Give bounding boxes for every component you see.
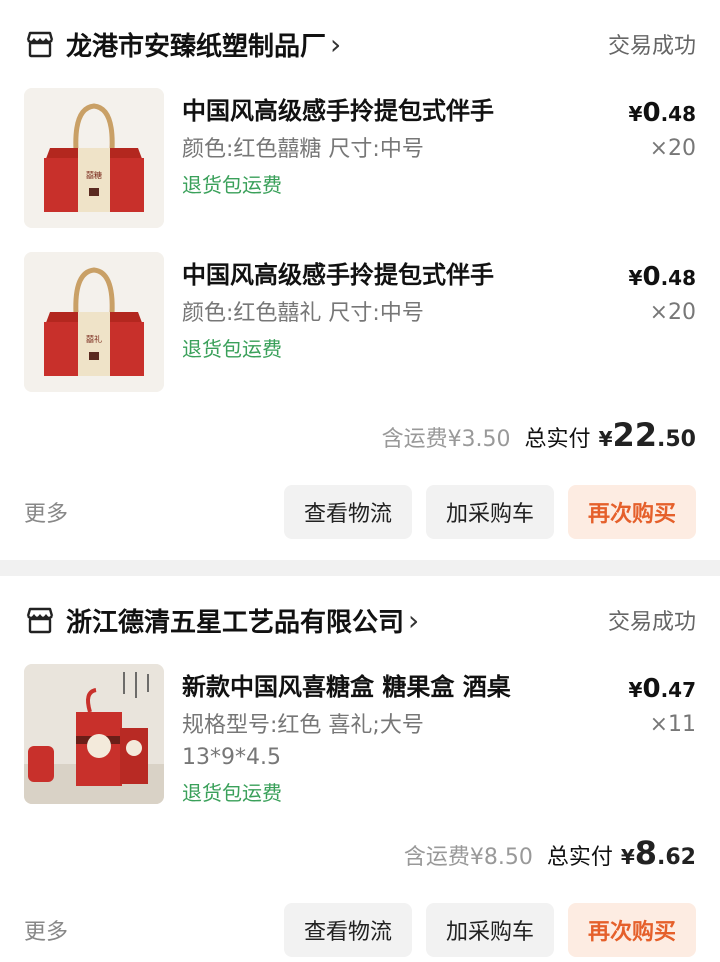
return-policy: 退货包运费: [182, 781, 282, 805]
product-image: 囍礼: [24, 252, 164, 392]
chevron-right-icon: ›: [408, 603, 420, 637]
total-amount-dec: .50: [657, 427, 696, 452]
shop-header[interactable]: 浙江德清五星工艺品有限公司 › 交易成功: [0, 576, 720, 664]
shop-header[interactable]: 龙港市安臻纸塑制品厂 › 交易成功: [0, 0, 720, 88]
product-image: [24, 664, 164, 804]
return-policy: 退货包运费: [182, 337, 282, 361]
total-label: 总实付: [524, 427, 591, 452]
add-to-cart-button[interactable]: 加采购车: [425, 485, 554, 539]
return-policy: 退货包运费: [182, 173, 282, 197]
shipping-fee: 含运费¥3.50: [381, 427, 511, 452]
shipping-fee: 含运费¥8.50: [403, 845, 533, 870]
more-button[interactable]: 更多: [24, 914, 68, 946]
shop-name: 龙港市安臻纸塑制品厂: [66, 31, 327, 62]
order-item[interactable]: 新款中国风喜糖盒 糖果盒 酒桌 规格型号:红色 喜礼;大号 13*9*4.5 退…: [0, 664, 720, 834]
item-qty: ×20: [649, 300, 696, 325]
product-image: 囍糖: [24, 88, 164, 228]
item-spec: 规格型号:红色 喜礼;大号 13*9*4.5: [182, 713, 424, 770]
item-qty: ×20: [649, 136, 696, 161]
order-item[interactable]: 囍糖 中国风高级感手拎提包式伴手 颜色:红色囍糖 尺寸:中号 退货包运费 ¥0.…: [0, 88, 720, 252]
item-info: 中国风高级感手拎提包式伴手 颜色:红色囍糖 尺寸:中号 退货包运费: [182, 88, 696, 252]
price-column: ¥0.48 ×20: [629, 98, 696, 161]
order-card: 浙江德清五星工艺品有限公司 › 交易成功 新款中国风喜糖盒 糖果盒 酒桌 规格型…: [0, 576, 720, 962]
action-row: 更多 查看物流 加采购车 再次购买: [0, 882, 720, 962]
order-item[interactable]: 囍礼 中国风高级感手拎提包式伴手 颜色:红色囍礼 尺寸:中号 退货包运费 ¥0.…: [0, 252, 720, 416]
order-status: 交易成功: [607, 610, 696, 635]
item-qty: ×11: [649, 712, 696, 737]
price-column: ¥0.47 ×11: [629, 674, 696, 737]
total-amount-dec: .62: [657, 845, 696, 870]
store-icon: [26, 31, 54, 58]
item-info: 新款中国风喜糖盒 糖果盒 酒桌 规格型号:红色 喜礼;大号 13*9*4.5 退…: [182, 664, 696, 834]
order-status: 交易成功: [607, 34, 696, 59]
item-title: 中国风高级感手拎提包式伴手: [182, 97, 494, 125]
item-title: 中国风高级感手拎提包式伴手: [182, 261, 494, 289]
buy-again-button[interactable]: 再次购买: [567, 485, 696, 539]
item-price: ¥0.47: [628, 674, 696, 704]
total-row: 含运费¥3.50 总实付 ¥ 22 .50: [0, 416, 720, 464]
item-spec: 颜色:红色囍礼 尺寸:中号: [182, 301, 424, 326]
label-text: 囍礼: [86, 334, 102, 344]
item-info: 中国风高级感手拎提包式伴手 颜色:红色囍礼 尺寸:中号 退货包运费: [182, 252, 696, 416]
button-group: 查看物流 加采购车 再次购买: [270, 903, 696, 957]
action-row: 更多 查看物流 加采购车 再次购买: [0, 464, 720, 560]
total-currency: ¥: [620, 845, 635, 869]
item-price: ¥0.48: [628, 98, 696, 128]
total-label: 总实付: [546, 845, 613, 870]
store-icon: [26, 607, 54, 634]
view-logistics-button[interactable]: 查看物流: [283, 485, 412, 539]
chevron-right-icon: ›: [330, 27, 342, 61]
item-spec: 颜色:红色囍糖 尺寸:中号: [182, 137, 424, 162]
total-currency: ¥: [598, 427, 613, 451]
total-amount-int: 22: [612, 416, 658, 454]
add-to-cart-button[interactable]: 加采购车: [425, 903, 554, 957]
view-logistics-button[interactable]: 查看物流: [283, 903, 412, 957]
total-amount-int: 8: [634, 834, 658, 872]
order-card: 龙港市安臻纸塑制品厂 › 交易成功 囍糖 中国风高级感手拎提包式伴手 颜色:红色…: [0, 0, 720, 560]
item-price: ¥0.48: [628, 262, 696, 292]
buy-again-button[interactable]: 再次购买: [567, 903, 696, 957]
button-group: 查看物流 加采购车 再次购买: [270, 485, 696, 539]
total-row: 含运费¥8.50 总实付 ¥ 8 .62: [0, 834, 720, 882]
price-column: ¥0.48 ×20: [629, 262, 696, 325]
label-text: 囍糖: [86, 170, 102, 180]
more-button[interactable]: 更多: [24, 496, 68, 528]
shop-name: 浙江德清五星工艺品有限公司: [66, 607, 405, 638]
item-title: 新款中国风喜糖盒 糖果盒 酒桌: [182, 673, 511, 701]
